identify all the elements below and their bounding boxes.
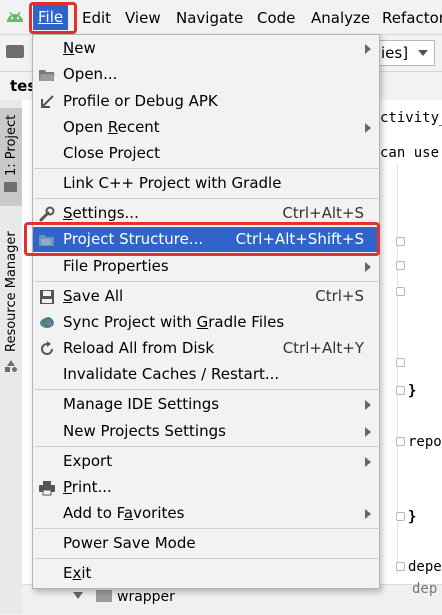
menu-refactor[interactable]: Refactor [382, 8, 442, 28]
menu-item-exit[interactable]: Exit [33, 561, 379, 586]
fold-marker[interactable] [396, 562, 405, 571]
chevron-right-icon [365, 509, 371, 519]
project-structure-highlight-box [24, 222, 380, 256]
menu-item-invalidate-caches[interactable]: Invalidate Caches / Restart... [33, 362, 379, 387]
save-icon [40, 290, 54, 304]
wrench-icon [39, 206, 55, 222]
project-tool-tab-label: 1: Project [4, 114, 19, 176]
menu-analyze[interactable]: Analyze [311, 8, 370, 28]
menu-separator [34, 168, 378, 169]
android-logo-icon [7, 11, 23, 22]
editor-tab-fragment: ctivity_ma [380, 110, 442, 126]
code-dependency-fragment: dep [412, 581, 438, 597]
menu-separator [34, 528, 378, 529]
menu-item-close-project[interactable]: Close Project [33, 141, 379, 166]
chevron-down-icon[interactable] [73, 592, 83, 599]
code-dependencies: depe [408, 559, 442, 575]
menu-view[interactable]: View [125, 8, 161, 28]
menu-item-link-cpp[interactable]: Link C++ Project with Gradle [33, 171, 379, 196]
fold-marker[interactable] [396, 237, 405, 246]
gradle-sync-icon [40, 317, 54, 328]
folder-open-icon [39, 70, 55, 81]
fold-marker[interactable] [396, 261, 405, 270]
menu-separator [34, 281, 378, 282]
menu-separator [34, 446, 378, 447]
menu-item-reload-all[interactable]: Reload All from Disk Ctrl+Alt+Y [33, 336, 379, 361]
menu-separator [34, 198, 378, 199]
code-repositories: repo [408, 434, 442, 450]
arrow-down-left-icon [41, 95, 54, 108]
printer-icon [39, 481, 55, 496]
menu-item-print[interactable]: Print... [33, 475, 379, 500]
menu-separator [34, 558, 378, 559]
menu-item-new[interactable]: New [33, 36, 379, 61]
menu-item-export[interactable]: Export [33, 449, 379, 474]
menu-item-profile-debug-apk[interactable]: Profile or Debug APK [33, 89, 379, 114]
menu-item-file-properties[interactable]: File Properties [33, 254, 379, 279]
menu-separator [34, 389, 378, 390]
menu-item-save-all[interactable]: Save All Ctrl+S [33, 284, 379, 309]
resource-manager-icon [5, 360, 17, 372]
menu-item-open-recent[interactable]: Open Recent [33, 115, 379, 140]
menu-edit[interactable]: Edit [82, 8, 111, 28]
chevron-right-icon [365, 400, 371, 410]
chevron-right-icon [365, 44, 371, 54]
chevron-right-icon [365, 123, 371, 133]
fold-marker[interactable] [396, 386, 405, 395]
chevron-right-icon [365, 427, 371, 437]
configuration-combo-text: ies] [381, 44, 409, 62]
fold-marker[interactable] [396, 358, 405, 367]
resource-manager-tab-label[interactable]: Resource Manager [4, 231, 19, 352]
menu-navigate[interactable]: Navigate [176, 8, 243, 28]
fold-marker[interactable] [396, 287, 405, 296]
editor-text-fragment: can use t [380, 145, 442, 161]
code-brace: } [408, 509, 417, 525]
menu-item-manage-ide-settings[interactable]: Manage IDE Settings [33, 392, 379, 417]
folder-icon [96, 590, 112, 602]
menu-item-sync-gradle[interactable]: Sync Project with Gradle Files [33, 310, 379, 335]
menu-item-power-save-mode[interactable]: Power Save Mode [33, 531, 379, 556]
tree-item-wrapper[interactable]: wrapper [117, 589, 175, 605]
chevron-right-icon [365, 262, 371, 272]
chevron-down-icon [418, 50, 428, 56]
fold-marker[interactable] [396, 437, 405, 446]
menu-item-new-projects-settings[interactable]: New Projects Settings [33, 419, 379, 444]
chevron-right-icon [365, 457, 371, 467]
fold-marker[interactable] [396, 512, 405, 521]
refresh-icon [41, 341, 53, 355]
menu-item-open[interactable]: Open... [33, 62, 379, 87]
file-highlight-box [29, 2, 77, 34]
code-brace: } [408, 383, 417, 399]
menu-code[interactable]: Code [257, 8, 295, 28]
folder-icon[interactable] [6, 45, 24, 58]
menu-item-add-to-favorites[interactable]: Add to Favorites [33, 501, 379, 526]
folder-icon [4, 182, 17, 192]
